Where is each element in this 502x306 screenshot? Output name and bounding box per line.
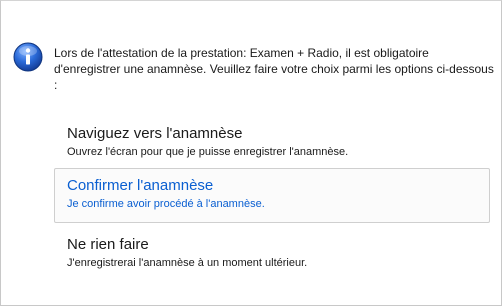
option-description: Je confirme avoir procédé à l'anamnèse. <box>67 198 265 210</box>
option-title: Naviguez vers l'anamnèse <box>67 125 243 142</box>
option-description: J'enregistrerai l'anamnèse à un moment u… <box>67 257 308 269</box>
option-description: Ouvrez l'écran pour que je puisse enregi… <box>67 146 349 158</box>
option-navigate-anamnesis[interactable]: Naviguez vers l'anamnèse Ouvrez l'écran … <box>54 116 490 171</box>
message-line: Lors de l'attestation de la prestation: … <box>54 46 429 60</box>
option-do-nothing[interactable]: Ne rien faire J'enregistrerai l'anamnèse… <box>54 227 490 282</box>
message-line: : <box>54 78 58 92</box>
option-confirm-anamnesis[interactable]: Confirmer l'anamnèse Je confirme avoir p… <box>54 168 490 223</box>
task-dialog: Lors de l'attestation de la prestation: … <box>0 0 502 306</box>
message-line: d'enregistrer une anamnèse. Veuillez fai… <box>54 62 494 76</box>
info-icon <box>13 42 43 72</box>
option-title: Confirmer l'anamnèse <box>67 177 214 194</box>
option-title: Ne rien faire <box>67 236 149 253</box>
dialog-message: Lors de l'attestation de la prestation: … <box>54 45 494 93</box>
